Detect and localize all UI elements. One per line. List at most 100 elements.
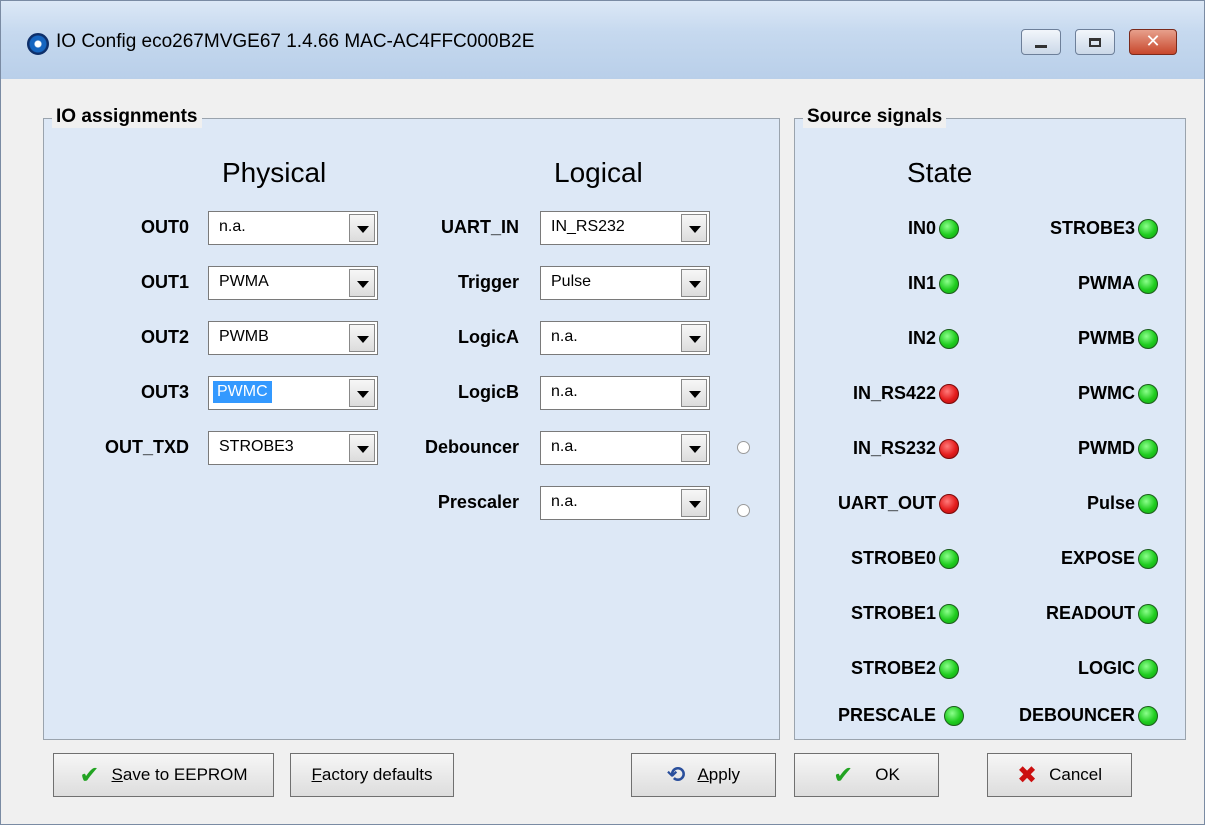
- signal-in-rs232-label: IN_RS232: [852, 438, 936, 458]
- signal-uart-out-led: [939, 494, 959, 514]
- refresh-icon: ⟲: [667, 762, 686, 788]
- ok-button[interactable]: ✔ OK: [794, 753, 939, 797]
- title-bar[interactable]: IO Config eco267MVGE67 1.4.66 MAC-AC4FFC…: [1, 1, 1204, 79]
- io-config-window: IO Config eco267MVGE67 1.4.66 MAC-AC4FFC…: [0, 0, 1205, 825]
- out2-select[interactable]: PWMB: [208, 321, 378, 355]
- minimize-button[interactable]: [1021, 29, 1061, 55]
- prescaler-radio[interactable]: [737, 504, 750, 517]
- cancel-button[interactable]: ✖ Cancel: [987, 753, 1132, 797]
- signal-pwmd-label: PWMD: [1078, 438, 1135, 458]
- factory-defaults-button[interactable]: Factory defaults: [290, 753, 454, 797]
- minimize-icon: [1035, 44, 1047, 48]
- signal-pwmc-led: [1138, 384, 1158, 404]
- save-to-eeprom-button[interactable]: ✔ Save to EEPROM: [53, 753, 274, 797]
- debouncer-radio[interactable]: [737, 441, 750, 454]
- physical-header: Physical: [222, 157, 327, 188]
- signal-strobe2-led: [939, 659, 959, 679]
- trigger-label: Trigger: [457, 272, 519, 292]
- signal-in1-led: [939, 274, 959, 294]
- apply-button-label: Apply: [697, 765, 740, 784]
- logicb-label: LogicB: [458, 382, 519, 402]
- maximize-button[interactable]: [1075, 29, 1115, 55]
- signal-pwmd-led: [1138, 439, 1158, 459]
- chevron-down-icon[interactable]: [349, 434, 375, 462]
- io-assignments-label: IO assignments: [52, 106, 202, 128]
- ok-button-label: OK: [875, 765, 900, 784]
- factory-button-label: Factory defaults: [311, 765, 433, 784]
- signal-logic-led: [1138, 659, 1158, 679]
- chevron-down-icon[interactable]: [681, 434, 707, 462]
- prescaler-label: Prescaler: [437, 492, 519, 512]
- signal-strobe1-label: STROBE1: [850, 603, 936, 623]
- signal-logic-label: LOGIC: [1078, 658, 1135, 678]
- logicb-value: n.a.: [551, 383, 578, 400]
- chevron-down-icon[interactable]: [349, 269, 375, 297]
- uart-in-label: UART_IN: [440, 217, 519, 237]
- signal-expose-label: EXPOSE: [1060, 548, 1135, 568]
- trigger-select[interactable]: Pulse: [540, 266, 710, 300]
- signal-in-rs232-led: [939, 439, 959, 459]
- chevron-down-icon[interactable]: [349, 324, 375, 352]
- signal-prescale-led: [944, 706, 964, 726]
- out2-label: OUT2: [140, 327, 189, 347]
- out0-select[interactable]: n.a.: [208, 211, 378, 245]
- chevron-down-icon[interactable]: [681, 324, 707, 352]
- signal-strobe1-led: [939, 604, 959, 624]
- close-icon: ✕: [1145, 31, 1161, 52]
- signal-pwma-label: PWMA: [1078, 273, 1135, 293]
- chevron-down-icon[interactable]: [681, 489, 707, 517]
- trigger-value: Pulse: [551, 273, 592, 290]
- chevron-down-icon[interactable]: [681, 379, 707, 407]
- source-signals-label: Source signals: [803, 106, 947, 128]
- uart-in-select[interactable]: IN_RS232: [540, 211, 710, 245]
- out3-label: OUT3: [140, 382, 189, 402]
- out1-select[interactable]: PWMA: [208, 266, 378, 300]
- signal-strobe3-led: [1138, 219, 1158, 239]
- chevron-down-icon[interactable]: [681, 269, 707, 297]
- checkmark-icon: ✔: [79, 761, 100, 789]
- chevron-down-icon[interactable]: [349, 214, 375, 242]
- signal-expose-led: [1138, 549, 1158, 569]
- checkmark-icon: ✔: [833, 761, 854, 789]
- signal-uart-out-label: UART_OUT: [838, 493, 936, 513]
- app-eye-icon: [27, 33, 49, 55]
- signal-strobe3-label: STROBE3: [1049, 218, 1135, 238]
- signal-in1-label: IN1: [907, 273, 936, 293]
- out-txd-value: STROBE3: [219, 438, 294, 455]
- signal-prescale-label: PRESCALE: [837, 705, 936, 725]
- out-txd-select[interactable]: STROBE3: [208, 431, 378, 465]
- out0-label: OUT0: [140, 217, 189, 237]
- save-button-label: Save to EEPROM: [111, 765, 248, 784]
- out3-value: PWMC: [213, 381, 272, 403]
- maximize-icon: [1089, 37, 1101, 47]
- signal-pwmb-led: [1138, 329, 1158, 349]
- chevron-down-icon[interactable]: [349, 379, 375, 407]
- prescaler-value: n.a.: [551, 493, 578, 510]
- state-header: State: [907, 157, 973, 188]
- cancel-button-label: Cancel: [1049, 765, 1103, 784]
- signal-in-rs422-label: IN_RS422: [852, 383, 936, 403]
- out-txd-label: OUT_TXD: [104, 437, 189, 457]
- source-signals-group: Source signals State IN0 IN1 IN2 IN_RS42…: [794, 106, 1186, 740]
- signal-in2-led: [939, 329, 959, 349]
- logica-label: LogicA: [458, 327, 519, 347]
- signal-debouncer-label: DEBOUNCER: [1018, 705, 1135, 725]
- signal-pulse-label: Pulse: [1086, 493, 1135, 513]
- apply-button[interactable]: ⟲ Apply: [631, 753, 776, 797]
- close-button[interactable]: ✕: [1129, 29, 1177, 55]
- window-title: IO Config eco267MVGE67 1.4.66 MAC-AC4FFC…: [56, 31, 535, 52]
- logica-value: n.a.: [551, 328, 578, 345]
- chevron-down-icon[interactable]: [681, 214, 707, 242]
- out2-value: PWMB: [219, 328, 269, 345]
- prescaler-select[interactable]: n.a.: [540, 486, 710, 520]
- signal-pulse-led: [1138, 494, 1158, 514]
- io-assignments-group: IO assignments Physical Logical OUT0 n.a…: [43, 106, 780, 740]
- signal-strobe2-label: STROBE2: [850, 658, 936, 678]
- signal-strobe0-led: [939, 549, 959, 569]
- signal-in-rs422-led: [939, 384, 959, 404]
- debouncer-select[interactable]: n.a.: [540, 431, 710, 465]
- out0-value: n.a.: [219, 218, 246, 235]
- logicb-select[interactable]: n.a.: [540, 376, 710, 410]
- logica-select[interactable]: n.a.: [540, 321, 710, 355]
- out3-select[interactable]: PWMC: [208, 376, 378, 410]
